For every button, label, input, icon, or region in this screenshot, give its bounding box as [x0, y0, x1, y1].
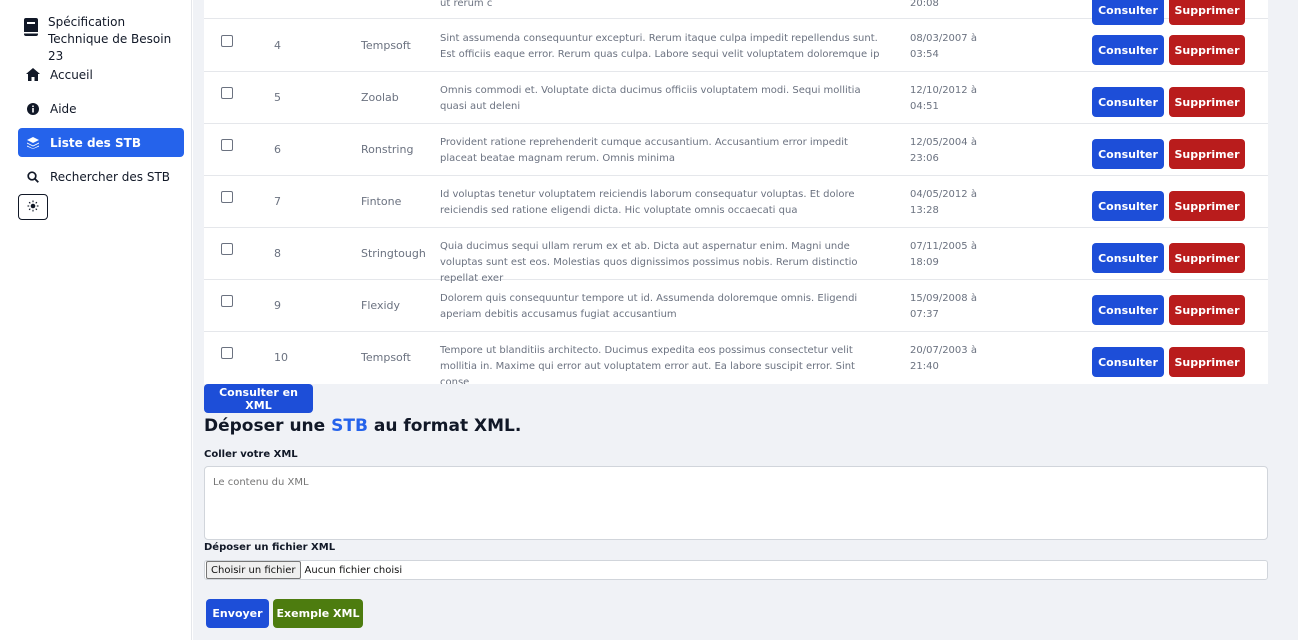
delete-button[interactable]: Supprimer — [1169, 87, 1245, 117]
consult-xml-button[interactable]: Consulter en XML — [204, 384, 313, 413]
example-xml-button[interactable]: Exemple XML — [273, 599, 363, 628]
file-upload-label: Déposer un fichier XML — [204, 542, 336, 553]
row-checkbox[interactable] — [221, 347, 233, 359]
row-number: 5 — [274, 91, 281, 104]
consult-button[interactable]: Consulter — [1092, 295, 1164, 325]
xml-content-textarea[interactable] — [204, 466, 1268, 540]
row-company: Tempsoft — [361, 351, 411, 364]
nav-item-rechercher[interactable]: Rechercher des STB — [18, 162, 184, 191]
delete-button[interactable]: Supprimer — [1169, 347, 1245, 377]
row-description: Omnis commodi et. Voluptate dicta ducimu… — [440, 85, 861, 112]
nav-item-liste-stb[interactable]: Liste des STB — [18, 128, 184, 157]
nav-label: Liste des STB — [50, 135, 141, 150]
row-date: 20:08 — [910, 0, 939, 9]
title-text: au format XML. — [373, 416, 522, 436]
row-description: ut rerum c — [440, 0, 493, 9]
row-description: Id voluptas tenetur voluptatem reiciendi… — [440, 189, 855, 216]
file-status: Aucun fichier choisi — [304, 564, 403, 576]
row-company: Flexidy — [361, 299, 401, 312]
upload-section-title: Déposer une STB au format XML. — [204, 416, 521, 436]
row-checkbox[interactable] — [221, 191, 233, 203]
brand[interactable]: Spécification Technique de Besoin 23 — [24, 14, 178, 65]
book-icon — [24, 18, 38, 38]
table-row: 4 Tempsoft Sint assumenda consequuntur e… — [204, 20, 1268, 72]
table-row: 7 Fintone Id voluptas tenetur voluptatem… — [204, 176, 1268, 228]
row-number: 6 — [274, 143, 281, 156]
sidebar: Spécification Technique de Besoin 23 Acc… — [0, 0, 192, 640]
nav-item-aide[interactable]: Aide — [18, 94, 184, 123]
table-row: 5 Zoolab Omnis commodi et. Voluptate dic… — [204, 72, 1268, 124]
nav-label: Aide — [50, 101, 77, 116]
row-description: Dolorem quis consequuntur tempore ut id.… — [440, 293, 858, 320]
home-icon — [26, 68, 40, 82]
row-checkbox[interactable] — [221, 139, 233, 151]
consult-button[interactable]: Consulter — [1092, 191, 1164, 221]
send-button[interactable]: Envoyer — [206, 599, 269, 628]
row-description: Sint assumenda consequuntur excepturi. R… — [440, 33, 880, 60]
delete-button[interactable]: Supprimer — [1169, 35, 1245, 65]
row-checkbox[interactable] — [221, 87, 233, 99]
table-row: 9 Flexidy Dolorem quis consequuntur temp… — [204, 280, 1268, 332]
delete-button[interactable]: Supprimer — [1169, 243, 1245, 273]
app-title: Spécification Technique de Besoin 23 — [48, 15, 172, 63]
consult-button[interactable]: Consulter — [1092, 87, 1164, 117]
consult-button[interactable]: Consulter — [1092, 139, 1164, 169]
row-company: Tempsoft — [361, 39, 411, 52]
row-checkbox[interactable] — [221, 243, 233, 255]
row-checkbox[interactable] — [221, 295, 233, 307]
theme-toggle-button[interactable] — [18, 194, 48, 220]
file-input[interactable]: Choisir un fichier Aucun fichier choisi — [204, 560, 1268, 580]
table-row: 10 Tempsoft Tempore ut blanditiis archit… — [204, 332, 1268, 384]
choose-file-button[interactable]: Choisir un fichier — [206, 561, 301, 579]
search-icon — [26, 170, 40, 184]
table-row: 6 Ronstring Provident ratione reprehende… — [204, 124, 1268, 176]
row-company: Fintone — [361, 195, 402, 208]
row-number: 8 — [274, 247, 281, 260]
row-date: 20/07/2003 à 21:40 — [910, 345, 977, 372]
main-content: ut rerum c 20:08 Consulter Supprimer 4 T… — [193, 0, 1298, 640]
row-checkbox[interactable] — [221, 35, 233, 47]
title-text: Déposer une — [204, 416, 326, 436]
row-description: Tempore ut blanditiis architecto. Ducimu… — [440, 345, 855, 384]
delete-button[interactable]: Supprimer — [1169, 191, 1245, 221]
row-date: 04/05/2012 à 13:28 — [910, 189, 977, 216]
sun-icon — [27, 200, 39, 215]
delete-button[interactable]: Supprimer — [1169, 139, 1245, 169]
delete-button[interactable]: Supprimer — [1169, 295, 1245, 325]
row-date: 12/10/2012 à 04:51 — [910, 85, 977, 112]
row-date: 08/03/2007 à 03:54 — [910, 33, 977, 60]
title-accent: STB — [331, 416, 368, 436]
info-icon — [26, 102, 40, 116]
table-row: ut rerum c 20:08 Consulter Supprimer — [204, 0, 1268, 25]
stb-table: ut rerum c 20:08 Consulter Supprimer 4 T… — [204, 0, 1268, 384]
paste-xml-label: Coller votre XML — [204, 449, 298, 460]
consult-button[interactable]: Consulter — [1092, 243, 1164, 273]
layers-icon — [26, 136, 40, 150]
row-date: 07/11/2005 à 18:09 — [910, 241, 977, 268]
nav-label: Rechercher des STB — [50, 169, 171, 184]
row-number: 4 — [274, 39, 281, 52]
row-date: 15/09/2008 à 07:37 — [910, 293, 977, 320]
nav-item-accueil[interactable]: Accueil — [18, 60, 184, 89]
row-number: 7 — [274, 195, 281, 208]
row-company: Stringtough — [361, 247, 426, 260]
row-company: Zoolab — [361, 91, 399, 104]
table-row: 8 Stringtough Quia ducimus sequi ullam r… — [204, 228, 1268, 284]
row-number: 10 — [274, 351, 288, 364]
consult-button[interactable]: Consulter — [1092, 347, 1164, 377]
row-number: 9 — [274, 299, 281, 312]
consult-button[interactable]: Consulter — [1092, 35, 1164, 65]
nav-label: Accueil — [50, 67, 93, 82]
row-company: Ronstring — [361, 143, 414, 156]
row-date: 12/05/2004 à 23:06 — [910, 137, 977, 164]
row-description: Provident ratione reprehenderit cumque a… — [440, 137, 848, 164]
